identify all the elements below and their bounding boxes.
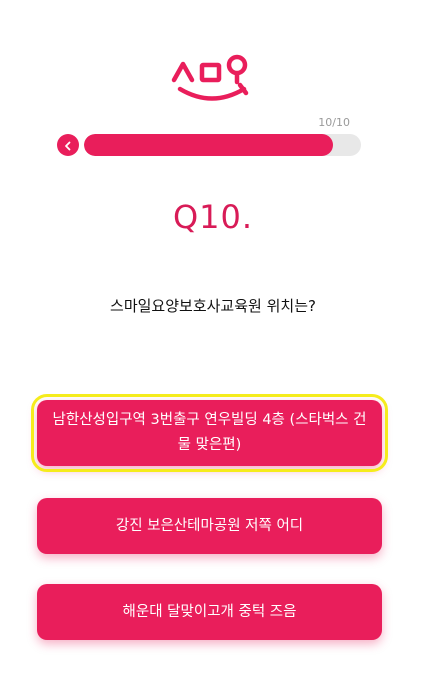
- progress-counter: 10/10: [318, 116, 350, 129]
- answer-option-2[interactable]: 강진 보은산테마공원 저쪽 어디: [37, 498, 382, 554]
- question-text: 스마일요양보호사교육원 위치는?: [110, 297, 316, 315]
- back-button[interactable]: [57, 134, 79, 156]
- answer-option-3[interactable]: 해운대 달맞이고개 중턱 즈음: [37, 584, 382, 640]
- progress-bar: [84, 134, 361, 156]
- answer-option-label: 남한산성입구역 3번출구 연우빌딩 4층 (스타벅스 건물 맞은편): [52, 412, 367, 453]
- answer-option-label: 강진 보은산테마공원 저쪽 어디: [115, 517, 304, 534]
- answer-option-label: 해운대 달맞이고개 중턱 즈음: [122, 603, 297, 620]
- question-number: Q10.: [172, 198, 254, 236]
- smile-logo-icon: [170, 52, 256, 102]
- chevron-left-icon: [63, 136, 73, 155]
- progress-fill: [84, 134, 333, 156]
- answer-option-1[interactable]: 남한산성입구역 3번출구 연우빌딩 4층 (스타벅스 건물 맞은편): [31, 394, 388, 472]
